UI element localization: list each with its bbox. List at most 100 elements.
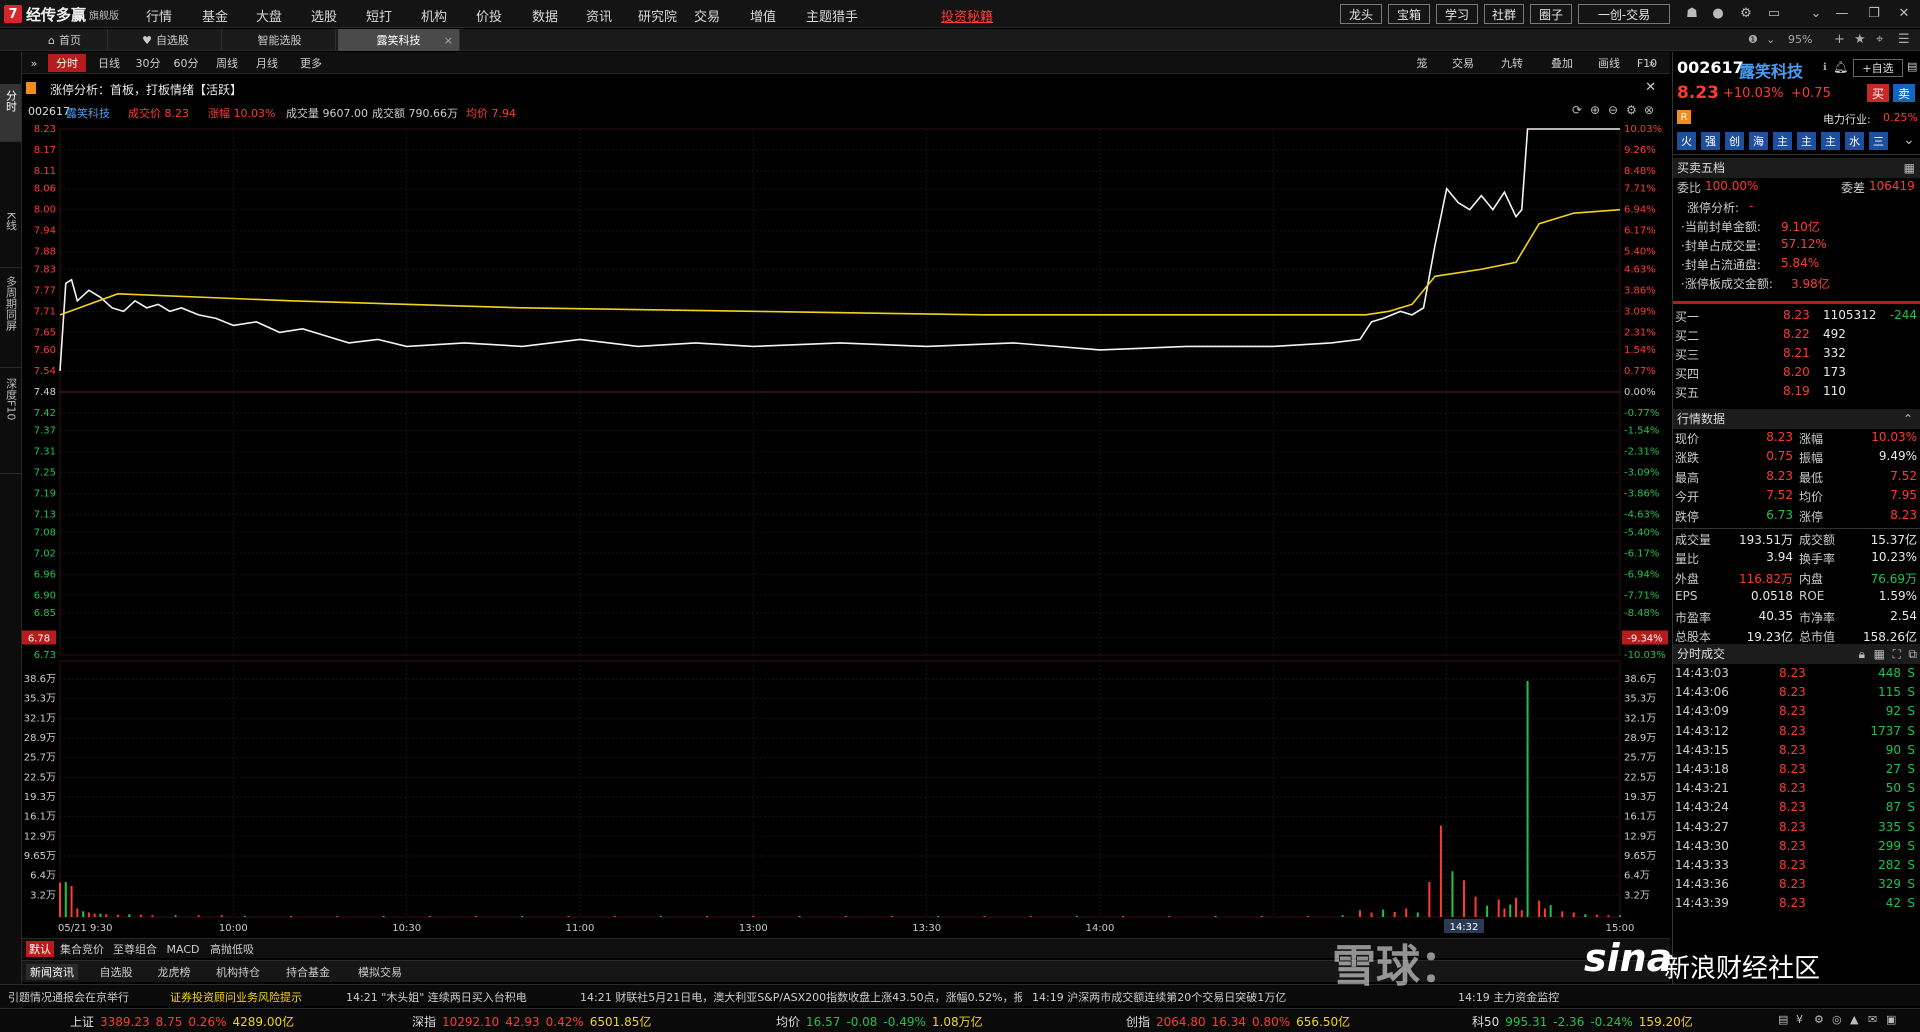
period-button-4[interactable]: 周线	[208, 54, 246, 72]
buy-button[interactable]: 买	[1867, 84, 1889, 102]
index-item-3[interactable]: 创指 2064.80 16.34 0.80% 656.50亿	[1126, 1013, 1350, 1030]
stock-name[interactable]: 露笑科技	[1739, 58, 1803, 82]
menu-item-1[interactable]: 基金	[202, 6, 228, 25]
concept-chip-4[interactable]: 主	[1773, 132, 1792, 150]
list-icon[interactable]: ☰	[1898, 32, 1910, 47]
ticker-item-0[interactable]: 引题情况通报会在京举行	[8, 989, 129, 1005]
skin-icon[interactable]: ☗	[1684, 6, 1700, 22]
pin-icon[interactable]: ⌖	[1876, 32, 1883, 47]
lock-icon[interactable]: ▣	[1886, 1013, 1896, 1026]
app-logo[interactable]: 7 经传多赢 旗舰版	[4, 4, 119, 24]
bell-icon[interactable]: 🔔︎	[1833, 60, 1848, 74]
concept-chip-2[interactable]: 创	[1725, 132, 1744, 150]
ticker-item-3[interactable]: 14:21 财联社5月21日电，澳大利亚S&P/ASX200指数收盘上涨43.5…	[580, 989, 1022, 1005]
chart-tool-0[interactable]: 笼	[1412, 54, 1432, 72]
concept-chip-0[interactable]: 火	[1677, 132, 1696, 150]
news-tab-2[interactable]: 龙虎榜	[152, 964, 196, 980]
chart-tool-2[interactable]: 九转	[1492, 54, 1532, 72]
bid-row-0[interactable]: 买一 8.23 1105312 -244	[1673, 308, 1920, 327]
grid-icon[interactable]: ▦	[1874, 644, 1885, 664]
news-tab-5[interactable]: 模拟交易	[352, 964, 408, 980]
bid-row-1[interactable]: 买二 8.22 492	[1673, 327, 1920, 346]
chart-tool-1[interactable]: 交易	[1442, 54, 1484, 72]
news-tab-4[interactable]: 持合基金	[280, 964, 336, 980]
menu-item-11[interactable]: 增值	[750, 6, 776, 25]
close-analysis-icon[interactable]: ✕	[1645, 80, 1656, 95]
news-tab-3[interactable]: 机构持仓	[210, 964, 266, 980]
collapse-icon[interactable]: »	[26, 54, 42, 72]
trade-icon[interactable]: ¥	[1796, 1013, 1803, 1026]
gear-icon[interactable]: ⚙	[1738, 6, 1754, 22]
chart-tool-3[interactable]: 叠加	[1540, 54, 1584, 72]
concept-chip-3[interactable]: 海	[1749, 132, 1768, 150]
period-button-6[interactable]: 更多	[288, 54, 334, 72]
chevron-down-icon[interactable]: ⌄	[1808, 6, 1824, 22]
ticker-item-5[interactable]: 14:19 主力资金监控	[1458, 989, 1559, 1005]
indicator-tab-4[interactable]: 高抛低吸	[206, 941, 258, 957]
side-tab-kline[interactable]: K线	[0, 206, 21, 268]
bid-row-2[interactable]: 买三 8.21 332	[1673, 346, 1920, 365]
concept-chip-1[interactable]: 强	[1701, 132, 1720, 150]
settings-icon[interactable]: ⚙	[1814, 1013, 1824, 1026]
alert-icon[interactable]: ▲	[1850, 1013, 1858, 1026]
period-button-3[interactable]: 60分	[170, 54, 202, 72]
minimize-icon[interactable]: —	[1834, 6, 1850, 22]
lock-icon[interactable]: 🔒︎	[1859, 644, 1865, 664]
help-icon[interactable]: ❶	[1748, 33, 1758, 46]
bid-row-4[interactable]: 买五 8.19 110	[1673, 384, 1920, 403]
top-button-0[interactable]: 龙头	[1340, 4, 1382, 24]
top-button-3[interactable]: 社群	[1484, 4, 1524, 24]
tab-watchlist[interactable]: ♥ 自选股	[110, 29, 222, 51]
indicator-tab-1[interactable]: 集合竞价	[58, 941, 106, 957]
concept-chip-7[interactable]: 水	[1845, 132, 1864, 150]
signal-icon[interactable]: ▤	[1778, 1013, 1788, 1026]
period-button-2[interactable]: 30分	[132, 54, 164, 72]
menu-item-2[interactable]: 大盘	[256, 6, 282, 25]
ticker-item-1[interactable]: 证券投资顾问业务风险提示	[170, 989, 302, 1005]
menu-item-0[interactable]: 行情	[146, 6, 172, 25]
ticker-item-4[interactable]: 14:19 沪深两市成交额连续第20个交易日突破1万亿	[1032, 989, 1286, 1005]
menu-item-10[interactable]: 交易	[694, 6, 720, 25]
menu-item-9[interactable]: 研究院	[638, 6, 677, 25]
expand-icon[interactable]: »	[1644, 54, 1660, 72]
window-icon[interactable]: ▭	[1766, 6, 1782, 22]
side-tab-timeshare[interactable]: 分时	[0, 84, 21, 142]
index-item-0[interactable]: 上证 3389.23 8.75 0.26% 4289.00亿	[70, 1013, 294, 1030]
menu-item-6[interactable]: 价投	[476, 6, 502, 25]
indicator-tab-2[interactable]: 至尊组合	[110, 941, 160, 957]
top-button-2[interactable]: 学习	[1436, 4, 1478, 24]
period-button-5[interactable]: 月线	[248, 54, 286, 72]
zoom-out-icon[interactable]: ⊖	[1608, 103, 1618, 117]
top-button-4[interactable]: 圈子	[1530, 4, 1572, 24]
side-tab-multi-period[interactable]: 多周期同屏	[0, 270, 21, 368]
chevron-icon[interactable]: ⌄	[1766, 33, 1775, 46]
info-i-icon[interactable]: ℹ	[1823, 62, 1827, 73]
collapse-up-icon[interactable]: ⌃	[1903, 409, 1913, 429]
close-icon[interactable]: ✕	[1896, 6, 1912, 22]
menu-item-12[interactable]: 主题猎手	[806, 6, 858, 25]
add-watch-button[interactable]: +自选	[1853, 59, 1903, 77]
calc-icon[interactable]: ▦	[1904, 158, 1915, 178]
orderbook-header[interactable]: 买卖五档 ▦	[1673, 158, 1920, 178]
menu-item-3[interactable]: 选股	[311, 6, 337, 25]
period-button-0[interactable]: 分时	[48, 54, 86, 72]
chips-expand-icon[interactable]: ⌄	[1903, 132, 1915, 148]
tab-smart-select[interactable]: 智能选股	[224, 29, 336, 51]
tab-stock[interactable]: 露笑科技 ×	[338, 29, 460, 51]
zoom-in-icon[interactable]: ⊕	[1590, 103, 1600, 117]
menu-item-5[interactable]: 机构	[421, 6, 447, 25]
mail-icon[interactable]: ✉	[1868, 1013, 1877, 1026]
concept-chip-8[interactable]: 三	[1869, 132, 1888, 150]
period-button-1[interactable]: 日线	[92, 54, 126, 72]
add-icon[interactable]: +	[1834, 32, 1845, 47]
index-item-2[interactable]: 均价 16.57 -0.08 -0.49% 1.08万亿	[776, 1013, 983, 1030]
concept-chip-6[interactable]: 主	[1821, 132, 1840, 150]
map-icon[interactable]: ◎	[1832, 1013, 1842, 1026]
trades-header[interactable]: 分时成交 🔒︎ ▦ ⛶ ⧉	[1673, 644, 1920, 664]
news-tab-0[interactable]: 新闻资讯	[26, 964, 78, 980]
side-tab-f10[interactable]: 深度F10	[0, 372, 21, 474]
settings-icon[interactable]: ⚙	[1626, 103, 1637, 117]
index-item-1[interactable]: 深指 10292.10 42.93 0.42% 6501.85亿	[412, 1013, 651, 1030]
menu-item-4[interactable]: 短打	[366, 6, 392, 25]
tab-home[interactable]: ⌂ 首页	[22, 29, 108, 51]
